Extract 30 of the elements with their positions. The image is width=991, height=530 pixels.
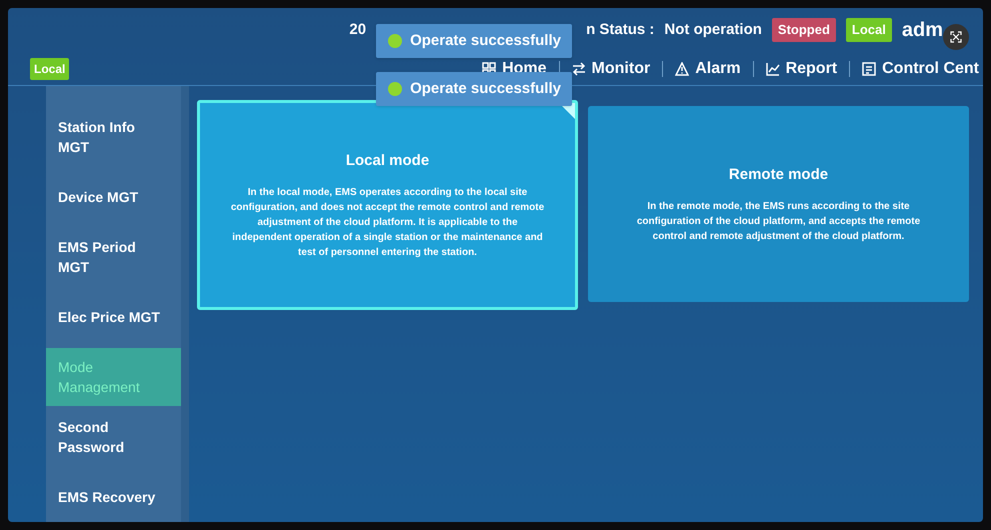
panel-icon [862, 62, 876, 76]
time-text: 20 [349, 20, 366, 40]
nav-tab[interactable]: Monitor [568, 56, 654, 80]
nav-tab[interactable]: Alarm [671, 56, 745, 80]
sidebar-item[interactable]: EMS Period MGT [46, 228, 181, 286]
mode-title: Remote mode [728, 165, 828, 186]
toast-message: Operate successfully [410, 30, 561, 51]
nav-tab[interactable]: Report [762, 56, 842, 80]
sidebar-item[interactable]: Elec Price MGT [46, 288, 181, 346]
mode-card[interactable]: Remote mode In the remote mode, the EMS runs according to the site configuration of the cloud platform, and accepts the remote control and remote adjustment of the cloud platform. [588, 106, 969, 302]
stopped-badge: Stopped [772, 18, 836, 42]
user-name: adm [902, 18, 943, 43]
toast-message: Operate successfully [410, 78, 561, 99]
sidebar-item[interactable]: Device MGT [46, 168, 181, 226]
warning-icon [675, 62, 690, 76]
mode-description: In the local mode, EMS operates according to the local site configuration, and does not accept the remote control and remote adjustment of the cloud platform. It is applicable to the independent operation of a single station or the maintenance and test of personnel entering the station. [230, 186, 545, 260]
sidebar-item[interactable]: Station Info MGT [46, 108, 181, 166]
local-badge: Local [30, 58, 70, 80]
sidebar-item[interactable]: EMS Recovery [46, 468, 181, 522]
mode-title: Local mode [346, 151, 430, 172]
swap-arrows-icon [572, 62, 586, 76]
mode-description: In the remote mode, the EMS runs according to the site configuration of the cloud platform, and accepts the remote control and remote adjustment of the cloud platform. [636, 200, 922, 244]
fullscreen-icon[interactable] [943, 24, 969, 50]
mode-badge: Local [846, 18, 892, 42]
chart-icon [766, 62, 780, 76]
status-value: Not operation [664, 20, 762, 40]
status-label: n Status : [586, 20, 654, 40]
sidebar-item[interactable]: Second Password [46, 408, 181, 466]
nav-tab[interactable]: Control Cent [858, 56, 983, 80]
mode-card[interactable] [197, 100, 578, 310]
